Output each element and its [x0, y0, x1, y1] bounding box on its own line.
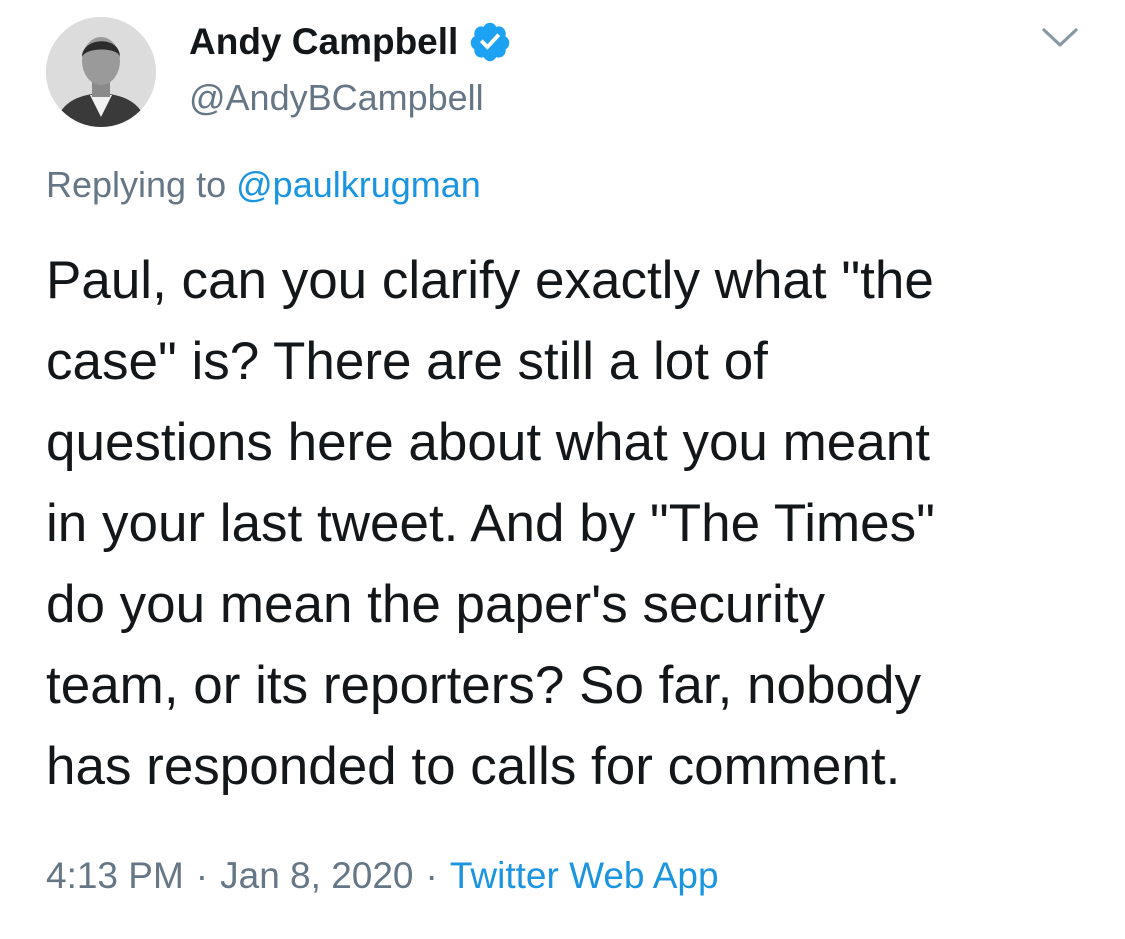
author-handle[interactable]: @AndyBCampbell: [189, 76, 484, 120]
tweet-date[interactable]: Jan 8, 2020: [220, 855, 413, 896]
tweet-text-line: questions here about what you meant: [46, 413, 930, 472]
replying-to-label: Replying to: [46, 164, 227, 205]
tweet-card: Andy Campbell @AndyBCampbell Replying to…: [0, 0, 1125, 939]
tweet-text-line: team, or its reporters? So far, nobody: [46, 656, 921, 715]
replying-to: Replying to @paulkrugman: [46, 163, 481, 207]
tweet-text-line: has responded to calls for comment.: [46, 737, 901, 796]
author-display-name[interactable]: Andy Campbell: [189, 20, 512, 64]
avatar[interactable]: [46, 17, 156, 127]
verified-badge-icon: [468, 20, 512, 64]
tweet-source-link[interactable]: Twitter Web App: [450, 855, 719, 896]
meta-separator: ·: [195, 855, 209, 896]
reply-mention-link[interactable]: @paulkrugman: [236, 164, 481, 205]
tweet-time[interactable]: 4:13 PM: [46, 855, 184, 896]
tweet-metadata: 4:13 PM · Jan 8, 2020 · Twitter Web App: [46, 853, 719, 899]
chevron-down-icon[interactable]: [1040, 26, 1080, 50]
meta-separator: ·: [425, 855, 438, 896]
tweet-text-line: case" is? There are still a lot of: [46, 332, 768, 391]
tweet-text-line: do you mean the paper's security: [46, 575, 826, 634]
tweet-text: Paul, can you clarify exactly what "the …: [46, 240, 1096, 807]
tweet-text-line: Paul, can you clarify exactly what "the: [46, 251, 934, 310]
author-name-text[interactable]: Andy Campbell: [189, 20, 458, 64]
tweet-text-line: in your last tweet. And by "The Times": [46, 494, 935, 553]
